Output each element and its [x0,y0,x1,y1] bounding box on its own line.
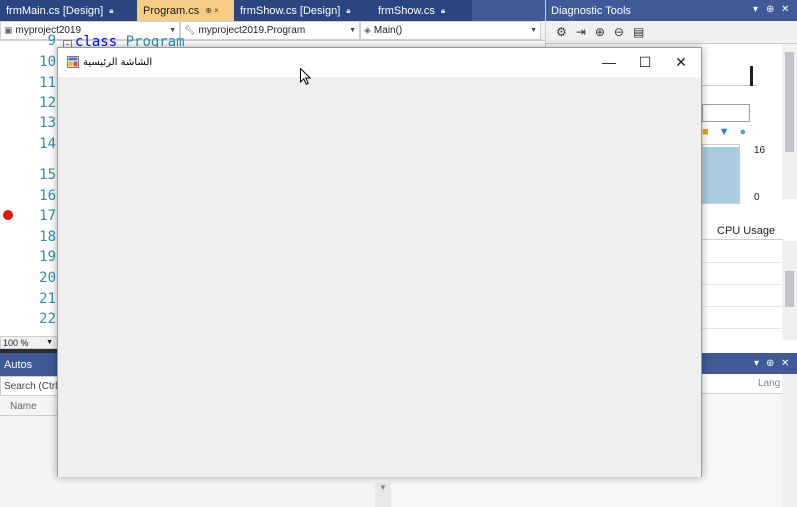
member-dropdown[interactable]: ◈ Main() ▼ [360,21,541,40]
pin-close-icon[interactable]: ⊕ × [205,6,219,15]
lock-icon: 🔒︎ [440,5,446,15]
project-icon: ▣ [4,25,13,35]
mouse-cursor-icon [300,68,311,85]
main-form-window[interactable]: الشاشة الرئيسية — ☐ ✕ [57,47,702,477]
line-number: 18 [39,229,56,245]
gear-icon[interactable]: ⚙ [556,25,567,39]
gc-icon: ● [739,126,747,138]
line-number: 21 [39,291,56,307]
timeline-ruler [702,66,757,86]
line-number: 22 [39,311,56,327]
zoom-level: 100 % [3,337,29,348]
chevron-down-icon: ▼ [530,27,537,34]
dropdown-icon[interactable]: ▾ [753,4,758,15]
pin-icon[interactable]: ⊕ [766,4,774,15]
tab-label: frmShow.cs [Design] [240,4,341,17]
scroll-thumb[interactable] [785,52,794,152]
line-number: 11 [39,75,56,91]
zoom-dropdown[interactable]: 100 % ▼ [0,336,58,349]
lock-icon: 🔒︎ [109,5,114,15]
scroll-thumb[interactable] [785,271,794,307]
reset-view-icon[interactable]: ▤ [633,25,644,39]
dropdown-icon[interactable]: ▾ [754,358,759,369]
language-column-label: Lang [758,378,781,389]
maximize-button[interactable]: ☐ [627,48,663,76]
line-number: 12 [39,95,56,111]
close-icon[interactable]: ✕ [781,358,789,369]
export-icon[interactable]: ⇥ [576,25,586,39]
chevron-down-icon: ▼ [46,339,53,346]
diagnostic-scrollbar[interactable] [782,44,797,199]
diagnostic-toolbar: ⚙ ⇥ ⊕ ⊖ ▤ [546,21,797,44]
event-legend: ■ ▼ ● [702,126,746,138]
member-name: Main() [373,25,403,36]
line-number: 14 [39,136,56,152]
tab-frmshow-cs[interactable]: frmShow.cs 🔒︎ [372,0,472,21]
tab-label: frmMain.cs [Design] [6,4,104,17]
breakpoint-icon[interactable] [3,210,13,220]
tab-frmmain-design[interactable]: frmMain.cs [Design] 🔒︎ [0,0,137,21]
line-number-gutter[interactable]: 9 10 11 12 13 14 15 16 17 18 19 20 21 22 [0,33,58,336]
diagnostic-input[interactable] [702,104,750,122]
zoom-in-icon[interactable]: ⊕ [595,25,605,39]
diagnostic-tools-label: Diagnostic Tools [551,4,631,17]
timeline-marker [750,66,753,86]
close-icon[interactable]: ✕ [781,4,789,15]
class-icon: 🔧︎ [184,25,196,35]
diagnostic-tools-title: Diagnostic Tools ▾ ⊕ ✕ [546,0,797,21]
line-number: 19 [39,249,56,265]
line-number: 10 [39,54,56,70]
tab-cpu-usage[interactable]: CPU Usage [717,225,775,237]
chevron-down-icon: ▼ [349,27,356,34]
tab-frmshow-design[interactable]: frmShow.cs [Design] 🔒︎ [234,0,372,21]
filter-icon[interactable]: ▼ [719,126,730,138]
window-title-bar[interactable]: الشاشة الرئيسية — ☐ ✕ [58,48,701,77]
line-number: 16 [39,188,56,204]
snapshot-icon: ■ [702,126,709,138]
close-button[interactable]: ✕ [663,48,699,76]
diagnostic-list-scrollbar[interactable] [782,241,797,340]
chevron-down-icon: ▼ [169,27,176,34]
zoom-out-icon[interactable]: ⊖ [614,25,624,39]
tab-label: frmShow.cs [378,4,435,17]
lock-icon: 🔒︎ [346,5,351,15]
minimize-button[interactable]: — [591,48,627,76]
line-number: 13 [39,115,56,131]
tab-program-cs[interactable]: Program.cs ⊕ × [137,0,234,21]
tab-label: Program.cs [143,4,200,17]
axis-min-label: 0 [754,192,760,203]
line-number: 9 [47,33,56,49]
axis-max-label: 16 [754,145,766,156]
pin-icon[interactable]: ⊕ [766,358,774,369]
document-tab-strip: frmMain.cs [Design] 🔒︎ Program.cs ⊕ × fr… [0,0,545,21]
autos-scrollbar[interactable]: ▼ [375,483,391,507]
output-scrollbar[interactable] [782,374,797,507]
memory-chart-fill [703,147,739,203]
name-column-label: Name [10,401,37,412]
line-number: 17 [39,208,56,224]
window-caption: الشاشة الرئيسية [83,57,153,68]
line-number: 15 [39,167,56,183]
memory-chart [702,144,740,204]
app-icon [67,56,79,68]
line-number: 20 [39,270,56,286]
class-dropdown[interactable]: 🔧︎ myproject2019.Program ▼ [180,21,360,40]
form-client-area[interactable] [58,77,701,477]
class-name: myproject2019.Program [198,25,306,36]
method-icon: ◈ [364,25,371,35]
